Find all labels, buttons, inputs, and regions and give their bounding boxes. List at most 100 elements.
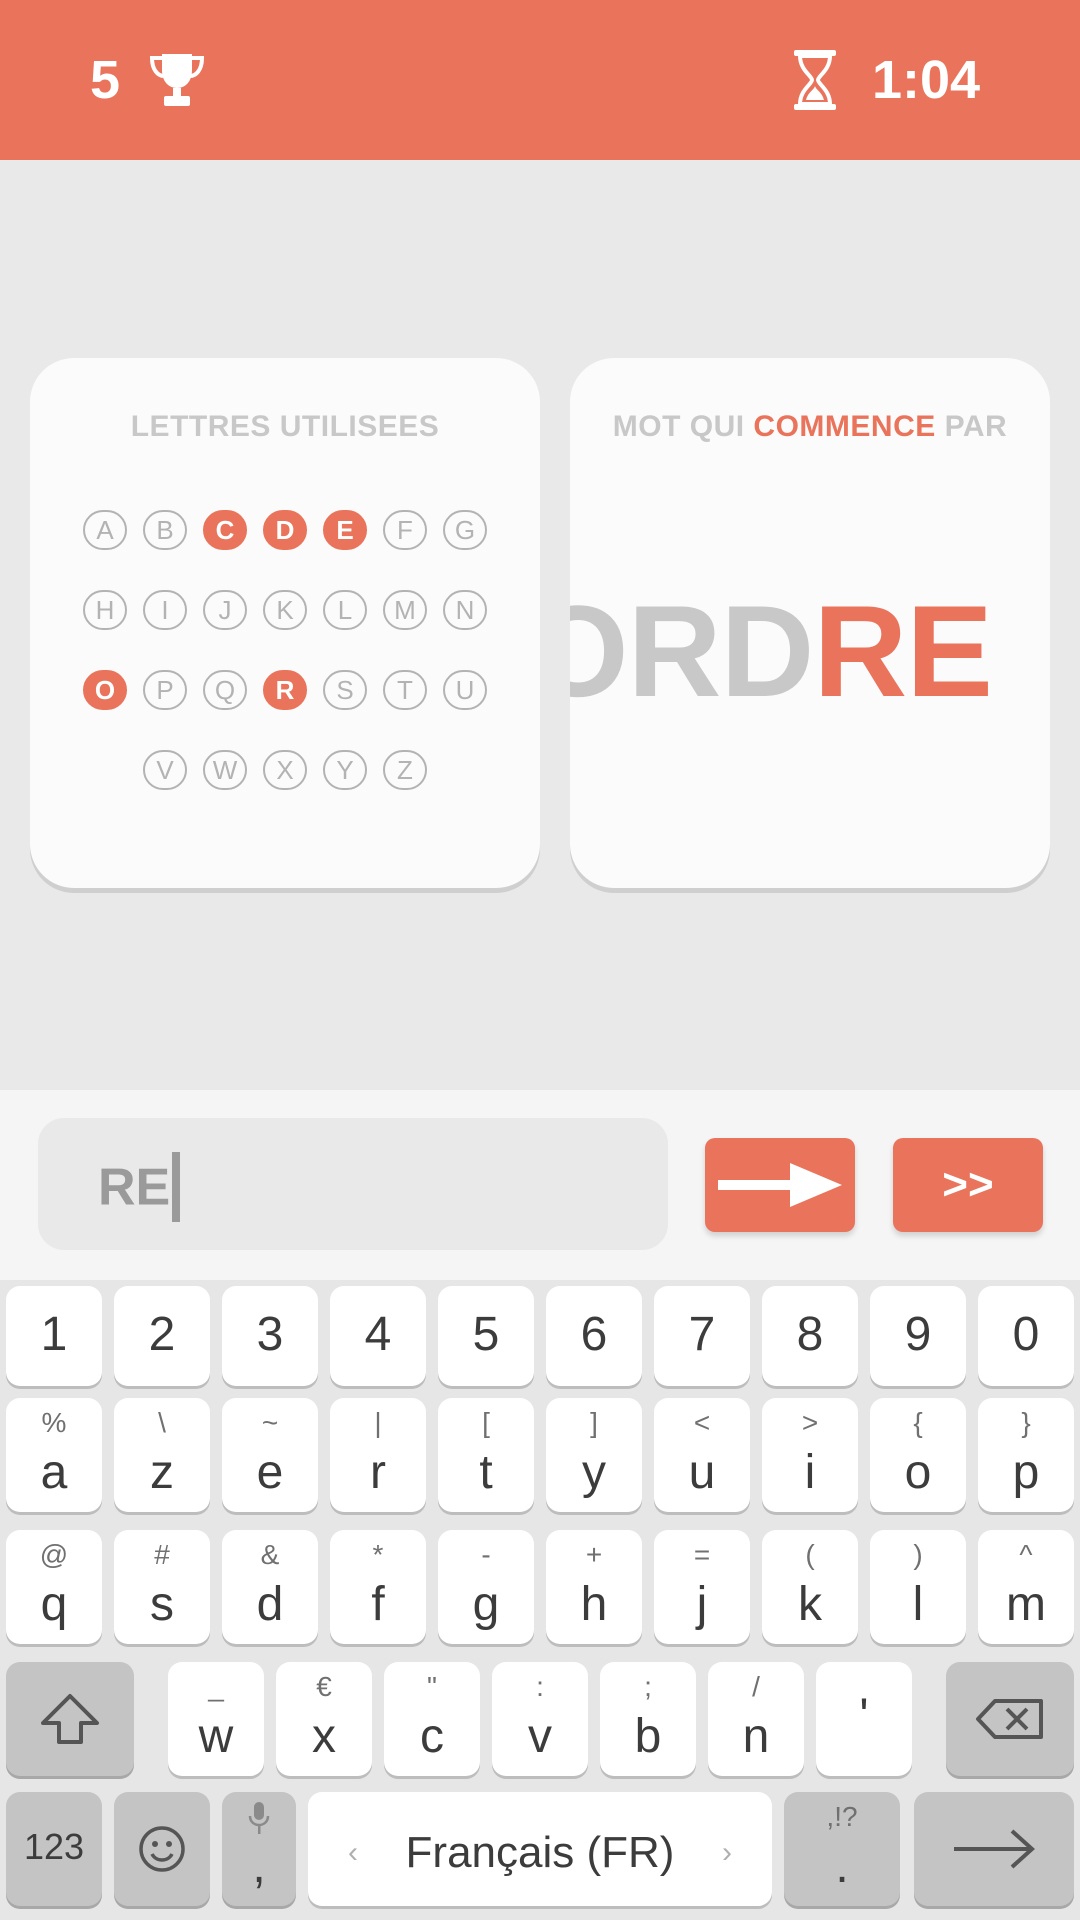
key-o[interactable]: {o (870, 1398, 966, 1512)
skip-button[interactable]: >> (893, 1138, 1043, 1232)
key-y[interactable]: ] y (546, 1398, 642, 1512)
key-l[interactable]: ) l (870, 1530, 966, 1644)
key-h[interactable]: + h (546, 1530, 642, 1644)
key-j-label: j (696, 1578, 708, 1631)
key-c[interactable]: " c (384, 1662, 480, 1776)
key-w[interactable]: _ w (168, 1662, 264, 1776)
key-3[interactable]: 3 (222, 1286, 318, 1386)
input-area: RE >> (0, 1090, 1080, 1280)
word-card-title-accent: COMMENCE (753, 410, 936, 443)
letter-i: I (143, 590, 187, 630)
emoji-key[interactable] (114, 1792, 210, 1906)
key-0[interactable]: 0 (978, 1286, 1074, 1386)
key-p-label: p (1012, 1446, 1040, 1499)
key-s-label: s (150, 1578, 174, 1631)
key-s[interactable]: # s (114, 1530, 210, 1644)
key-x[interactable]: € x (276, 1662, 372, 1776)
key-k[interactable]: (k (762, 1530, 858, 1644)
word-card-title: MOT QUI COMMENCE PAR (570, 410, 1050, 444)
key-2[interactable]: 2 (114, 1286, 210, 1386)
letter-a: A (83, 510, 127, 550)
key-x-label: x (312, 1710, 336, 1763)
chevron-right-icon: › (722, 1836, 732, 1869)
used-letters-title: LETTRES UTILISEES (130, 410, 440, 443)
key-4[interactable]: 4 (330, 1286, 426, 1386)
key-e[interactable]: ~ e (222, 1398, 318, 1512)
word-card-title-prefix: MOT QUI (612, 410, 754, 443)
key-b-label: b (634, 1710, 662, 1763)
shift-key[interactable] (6, 1662, 134, 1776)
key-7[interactable]: 7 (654, 1286, 750, 1386)
key-1[interactable]: 1 (6, 1286, 102, 1386)
current-word-tail: RE (813, 578, 993, 724)
key-z[interactable]: \ z (114, 1398, 210, 1512)
key-v[interactable]: :v (492, 1662, 588, 1776)
key-8-label: 8 (796, 1308, 824, 1361)
key-h-sub: + (585, 1539, 603, 1570)
key-apostrophe[interactable]: ' (816, 1662, 912, 1776)
numbers-key-label: 123 (23, 1826, 85, 1867)
numbers-key[interactable]: 123 (6, 1792, 102, 1906)
key-5[interactable]: 5 (438, 1286, 534, 1386)
key-u[interactable]: < u (654, 1398, 750, 1512)
key-i-label: i (804, 1446, 816, 1499)
key-g[interactable]: -g (438, 1530, 534, 1644)
key-6[interactable]: 6 (546, 1286, 642, 1386)
key-l-sub: ) (913, 1539, 923, 1570)
key-m[interactable]: ^ m (978, 1530, 1074, 1644)
key-9-label: 9 (904, 1308, 932, 1361)
key-y-sub: ] (590, 1407, 598, 1438)
arrow-right-icon (718, 1163, 842, 1207)
key-c-label: c (420, 1710, 444, 1763)
key-m-label: m (1006, 1578, 1046, 1631)
key-n[interactable]: / n (708, 1662, 804, 1776)
key-r-sub: | (374, 1407, 382, 1438)
keyboard: 123 , ‹ Français (FR) › ,!? . 1234567890… (0, 1280, 1080, 1920)
word-input[interactable]: RE (38, 1118, 668, 1250)
key-9[interactable]: 9 (870, 1286, 966, 1386)
key-f[interactable]: * f (330, 1530, 426, 1644)
key-b[interactable]: ; b (600, 1662, 696, 1776)
current-word: ORDRE (570, 586, 993, 716)
key-q[interactable]: @ q (6, 1530, 102, 1644)
letter-z: Z (383, 750, 427, 790)
key-a-sub: % (41, 1407, 67, 1438)
key-d[interactable]: & d (222, 1530, 318, 1644)
key-n-sub: / (752, 1671, 760, 1702)
key-3-label: 3 (256, 1308, 284, 1361)
key-j[interactable]: = j (654, 1530, 750, 1644)
letter-f: F (383, 510, 427, 550)
key-8[interactable]: 8 (762, 1286, 858, 1386)
enter-key[interactable] (914, 1792, 1074, 1906)
letter-g: G (443, 510, 487, 550)
comma-key-label: , (252, 1840, 266, 1893)
key-r[interactable]: | r (330, 1398, 426, 1512)
backspace-key[interactable] (946, 1662, 1074, 1776)
comma-key[interactable]: , (222, 1792, 296, 1906)
current-word-stem: ORD (570, 578, 814, 724)
key-x-sub: € (316, 1671, 332, 1702)
shift-icon (41, 1694, 99, 1744)
key-b-sub: ; (644, 1671, 652, 1702)
key-l-label: l (912, 1578, 924, 1631)
key-v-sub: : (536, 1671, 544, 1702)
text-caret (172, 1152, 181, 1222)
key-g-sub: - (481, 1539, 491, 1570)
letter-e-used: E (323, 510, 367, 550)
space-key[interactable]: ‹ Français (FR) › (308, 1792, 772, 1906)
period-key[interactable]: ,!? . (784, 1792, 900, 1906)
key-t-sub: [ (482, 1407, 490, 1438)
key-h-label: h (580, 1578, 608, 1631)
key-t[interactable]: [t (438, 1398, 534, 1512)
key-a-label: a (40, 1446, 68, 1499)
key-d-label: d (256, 1578, 284, 1631)
arrow-right-icon (954, 1829, 1035, 1869)
key-o-sub: { (913, 1407, 923, 1438)
key-i[interactable]: > i (762, 1398, 858, 1512)
key-p[interactable]: } p (978, 1398, 1074, 1512)
key-a[interactable]: % a (6, 1398, 102, 1512)
submit-button[interactable] (705, 1138, 855, 1232)
word-input-value: RE (98, 1158, 171, 1217)
letter-v: V (143, 750, 187, 790)
key-q-sub: @ (39, 1539, 69, 1570)
